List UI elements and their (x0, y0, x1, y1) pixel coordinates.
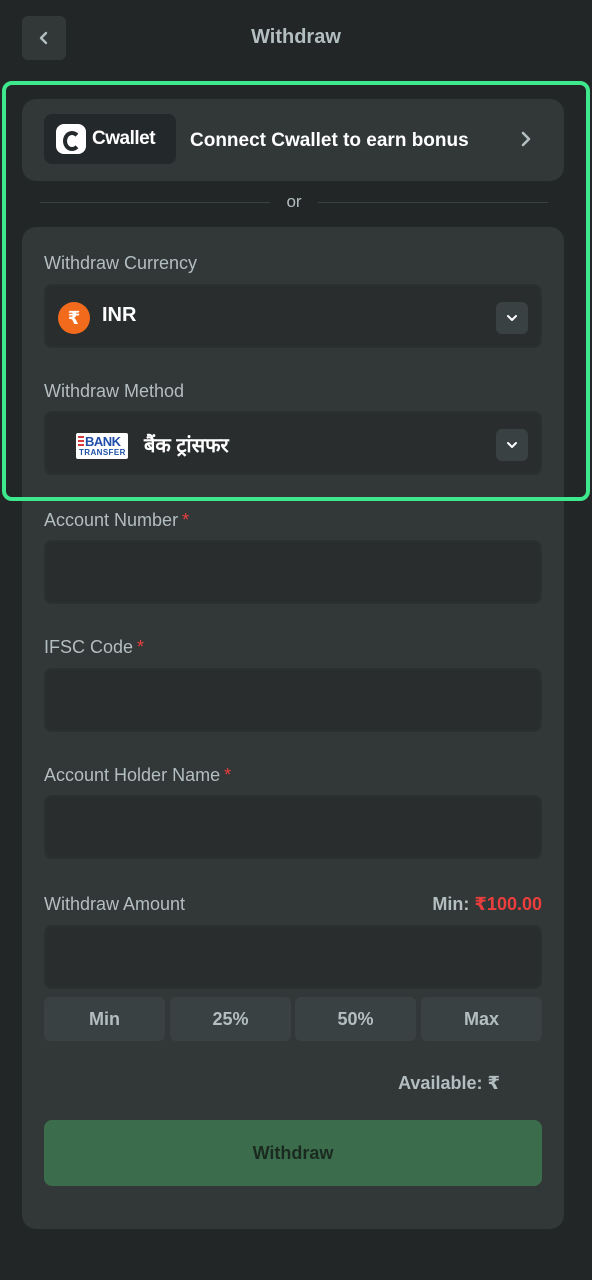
cwallet-logo: Cwallet (44, 114, 176, 164)
header: Withdraw (0, 0, 592, 80)
bank-transfer-logo: BANK TRANSFER (76, 433, 128, 459)
available-balance: Available: ₹ (398, 1073, 500, 1093)
quick-50-button[interactable]: 50% (295, 997, 416, 1041)
currency-label: Withdraw Currency (44, 253, 198, 273)
cwallet-brand: Cwallet (92, 128, 156, 149)
amount-label: Withdraw Amount (44, 894, 186, 914)
amount-input[interactable] (44, 925, 542, 989)
chevron-right-icon (516, 129, 536, 149)
method-label: Withdraw Method (44, 381, 185, 401)
rupee-coin-icon: ₹ (58, 302, 90, 334)
cwallet-connect-text: Connect Cwallet to earn bonus (190, 130, 469, 151)
chevron-down-icon (496, 302, 528, 334)
required-asterisk: * (224, 765, 232, 785)
account-number-input[interactable] (44, 540, 542, 604)
currency-select[interactable]: ₹ INR (44, 284, 542, 348)
account-number-label: Account Number * (44, 510, 190, 530)
or-divider: or (40, 192, 548, 214)
method-select[interactable]: BANK TRANSFER बैंक ट्रांसफर (44, 411, 542, 475)
quick-25-button[interactable]: 25% (170, 997, 291, 1041)
cwallet-mark-icon (56, 124, 86, 154)
ifsc-label: IFSC Code * (44, 637, 145, 657)
quick-max-button[interactable]: Max (421, 997, 542, 1041)
holder-name-input[interactable] (44, 795, 542, 859)
page-title: Withdraw (251, 26, 341, 48)
required-asterisk: * (137, 637, 145, 657)
quick-min-button[interactable]: Min (44, 997, 165, 1041)
ifsc-input[interactable] (44, 668, 542, 732)
currency-value: INR (102, 304, 137, 326)
withdraw-submit-button[interactable]: Withdraw (44, 1120, 542, 1186)
required-asterisk: * (182, 510, 190, 530)
holder-name-label: Account Holder Name * (44, 765, 232, 785)
method-value: बैंक ट्रांसफर (144, 435, 229, 457)
chevron-down-icon (496, 429, 528, 461)
bank-logo-line2: TRANSFER (79, 448, 126, 457)
min-amount-value: ₹100.00 (474, 894, 542, 914)
min-amount: Min: ₹100.00 (432, 894, 542, 914)
withdraw-form: Withdraw Currency ₹ INR Withdraw Method … (22, 227, 564, 1229)
divider-line (318, 202, 548, 203)
cwallet-connect-banner[interactable]: Cwallet Connect Cwallet to earn bonus (22, 99, 564, 181)
bank-logo-line1: BANK (85, 434, 121, 449)
